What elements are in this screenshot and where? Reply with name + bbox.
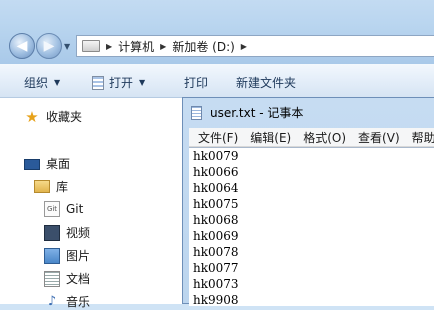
menu-edit[interactable]: 编辑(E) [250, 129, 291, 146]
notepad-text-area[interactable]: hk0079 hk0066 hk0064 hk0075 hk0068 hk006… [189, 147, 434, 306]
organize-label: 组织 [24, 76, 49, 90]
breadcrumb-separator-icon[interactable]: ▶ [160, 42, 166, 51]
nav-library-label: 库 [56, 180, 69, 194]
nav-videos-label: 视频 [66, 226, 91, 240]
library-folder-icon [34, 180, 50, 193]
explorer-title-band: ◀ ▶ ▼ ▶ 计算机 ▶ 新加卷 (D:) ▶ [0, 0, 434, 64]
menu-view[interactable]: 查看(V) [358, 129, 400, 146]
picture-library-icon [44, 247, 60, 264]
text-line: hk0073 [193, 277, 239, 291]
nav-music-label: 音乐 [66, 295, 91, 309]
nav-item-desktop[interactable]: 桌面 [24, 155, 70, 172]
notepad-title: user.txt - 记事本 [210, 106, 304, 120]
open-label: 打开 [109, 76, 134, 90]
text-line: hk0068 [193, 213, 239, 227]
print-button[interactable]: 打印 [184, 74, 208, 91]
notepad-menu-bar: 文件(F) 编辑(E) 格式(O) 查看(V) 帮助 [189, 128, 434, 147]
nav-item-favorites[interactable]: ★ 收藏夹 [24, 108, 82, 125]
recent-pages-dropdown-icon[interactable]: ▼ [64, 42, 72, 51]
nav-item-documents[interactable]: 文档 [44, 270, 90, 287]
text-line: hk0078 [193, 245, 239, 259]
breadcrumb-separator-icon[interactable]: ▶ [106, 42, 112, 51]
open-button[interactable]: 打开 ▼ [92, 74, 145, 91]
forward-arrow-icon: ▶ [43, 38, 55, 54]
document-library-icon [44, 270, 60, 287]
text-line: hk0075 [193, 197, 239, 211]
address-bar[interactable]: ▶ 计算机 ▶ 新加卷 (D:) ▶ [76, 35, 434, 57]
print-label: 打印 [184, 76, 209, 90]
breadcrumb-computer[interactable]: 计算机 [118, 38, 154, 55]
text-line: hk0064 [193, 181, 239, 195]
text-line: hk0079 [193, 149, 239, 163]
notepad-title-bar[interactable]: user.txt - 记事本 [191, 104, 303, 121]
desktop-icon [24, 159, 40, 170]
notepad-file-icon [92, 75, 104, 90]
command-bar: 组织 ▼ 打开 ▼ 打印 新建文件夹 [0, 64, 434, 98]
menu-help[interactable]: 帮助 [412, 129, 434, 146]
menu-format[interactable]: 格式(O) [303, 129, 346, 146]
organize-button[interactable]: 组织 ▼ [24, 74, 60, 91]
text-line: hk0066 [193, 165, 239, 179]
drive-icon [82, 40, 100, 52]
nav-item-git[interactable]: Git Git [44, 201, 83, 217]
text-line: hk0069 [193, 229, 239, 243]
navigation-pane: ★ 收藏夹 桌面 库 Git Git 视频 图片 文档 ♪ 音乐 [0, 98, 182, 309]
git-library-icon: Git [44, 201, 60, 217]
breadcrumb-drive-d[interactable]: 新加卷 (D:) [172, 38, 234, 55]
back-button[interactable]: ◀ [9, 33, 35, 59]
chevron-down-icon: ▼ [54, 78, 61, 87]
nav-documents-label: 文档 [66, 272, 91, 286]
music-note-icon: ♪ [47, 293, 57, 309]
video-library-icon [44, 224, 60, 241]
menu-file[interactable]: 文件(F) [198, 129, 238, 146]
chevron-down-icon: ▼ [139, 78, 146, 87]
nav-item-music[interactable]: ♪ 音乐 [44, 293, 90, 310]
nav-item-videos[interactable]: 视频 [44, 224, 90, 241]
nav-desktop-label: 桌面 [46, 157, 71, 171]
nav-git-label: Git [66, 202, 84, 216]
nav-item-pictures[interactable]: 图片 [44, 247, 90, 264]
back-arrow-icon: ◀ [16, 38, 28, 54]
forward-button[interactable]: ▶ [36, 33, 62, 59]
nav-pictures-label: 图片 [66, 249, 91, 263]
text-line: hk0077 [193, 261, 239, 275]
nav-favorites-label: 收藏夹 [46, 110, 83, 124]
new-folder-label: 新建文件夹 [236, 76, 297, 90]
breadcrumb-separator-icon[interactable]: ▶ [241, 42, 247, 51]
star-icon: ★ [25, 107, 39, 126]
nav-item-library[interactable]: 库 [34, 178, 68, 195]
new-folder-button[interactable]: 新建文件夹 [236, 74, 296, 91]
notepad-window[interactable]: user.txt - 记事本 文件(F) 编辑(E) 格式(O) 查看(V) 帮… [182, 97, 434, 306]
notepad-icon [191, 105, 202, 120]
